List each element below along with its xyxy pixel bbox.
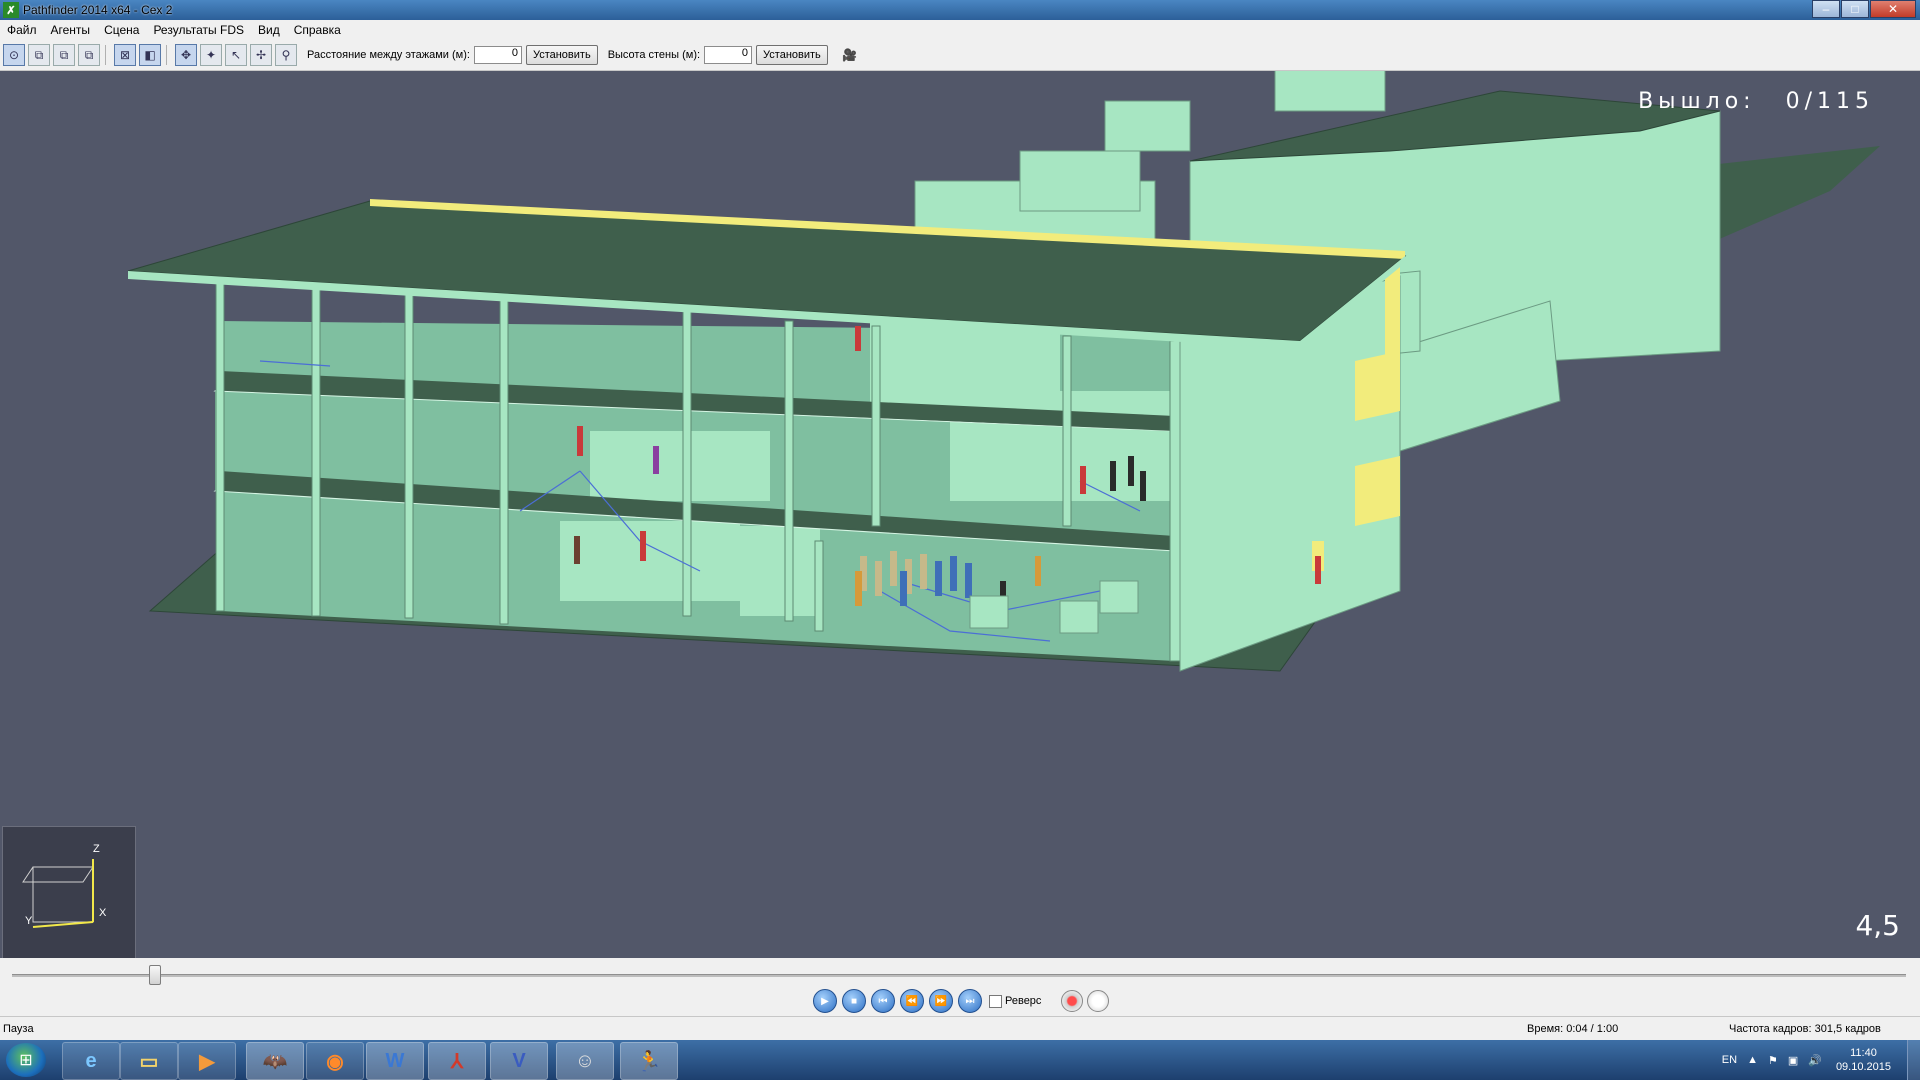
axis-icon [22,859,94,928]
exited-value: 0/115 [1785,89,1874,114]
skip-to-start-icon[interactable]: ⏮ [871,989,895,1013]
skip-to-end-icon[interactable]: ⏭ [958,989,982,1013]
volume-icon[interactable]: 🔊 [1808,1054,1822,1067]
reverse-label: Реверс [1005,995,1042,1007]
interior-wall [740,526,820,616]
pointer-icon[interactable]: ↖ [225,44,247,66]
status-fps: Частота кадров: 301,5 кадров [1729,1023,1881,1035]
pathfinder-taskbar-icon[interactable]: 🏃 [620,1042,678,1080]
clock-time: 11:40 [1850,1047,1877,1059]
word-icon[interactable]: W [366,1042,424,1080]
firefox-icon[interactable]: ◉ [306,1042,364,1080]
clock-date: 09.10.2015 [1835,1061,1891,1073]
crate [1059,600,1099,634]
action-center-icon[interactable]: ⚑ [1768,1054,1778,1067]
stop-icon[interactable]: ■ [842,989,866,1013]
system-tray: EN ▲ ⚑ ▣ 🔊 11:40 09.10.2015 [1712,1040,1920,1080]
menu-bar: Файл Агенты Сцена Результаты FDS Вид Спр… [0,20,1920,40]
record-icon[interactable] [1061,990,1084,1012]
3d-viewport[interactable]: Вышло: 0/115 4,5 Z X Y [0,71,1920,958]
status-state: Пауза [3,1023,34,1035]
taskbar: ⊞ e ▭ ▶ 🦇 ◉ W ⅄ V ☺ 🏃 EN ▲ ⚑ ▣ 🔊 11:40 0… [0,1040,1920,1080]
pdf-reader-icon[interactable]: ⅄ [428,1042,486,1080]
crate [969,595,1009,629]
set-wall-height-button[interactable]: Установить [756,45,828,65]
minimize-button[interactable]: – [1812,0,1840,18]
playback-speed: 4,5 [1855,909,1900,942]
wall-height-input[interactable]: 0 [704,46,753,64]
menu-agents[interactable]: Агенты [44,23,98,37]
maximize-button[interactable]: □ [1841,0,1869,18]
exited-label: Вышло: [1638,89,1756,114]
media-player-icon[interactable]: ▶ [178,1042,236,1080]
building-model [127,71,1880,672]
reverse-checkbox[interactable] [989,994,1002,1008]
start-button[interactable]: ⊞ [6,1043,46,1077]
step-forward-icon[interactable]: ⏩ [929,989,953,1013]
toolbar-separator [105,45,106,65]
menu-view[interactable]: Вид [251,23,287,37]
internet-explorer-icon[interactable]: e [62,1042,120,1080]
interior-wall [560,521,740,601]
floor-spacing-input[interactable]: 0 [473,46,522,64]
yellow-exit [1355,456,1400,526]
visio-icon[interactable]: V [490,1042,548,1080]
menu-file[interactable]: Файл [0,23,44,37]
exited-counter: Вышло: 0/115 [1638,89,1874,114]
agent-tool-icon[interactable]: ✦ [200,44,222,66]
camera-icon[interactable]: 🎥 [840,45,860,65]
floor-spacing-label: Расстояние между этажами (м): [307,49,470,61]
playback-controls: ▶ ■ ⏮ ⏪ ⏩ ⏭ Реверс [813,988,1110,1014]
play-icon[interactable]: ▶ [813,989,837,1013]
app-character-icon[interactable]: ☺ [556,1042,614,1080]
menu-scene[interactable]: Сцена [97,23,146,37]
menu-help[interactable]: Справка [287,23,348,37]
tray-expand-icon[interactable]: ▲ [1747,1054,1758,1066]
axis-y-label: Y [25,915,33,927]
time-slider-thumb[interactable] [149,965,162,985]
show-desktop-button[interactable] [1907,1040,1920,1080]
status-time: Время: 0:04 / 1:00 [1527,1023,1619,1035]
pathfinder-app-icon: ✗ [3,2,19,18]
menu-fds-results[interactable]: Результаты FDS [146,23,251,37]
set-floor-spacing-button[interactable]: Установить [525,45,598,65]
roof-block [1274,71,1386,112]
interior-wall [590,431,770,501]
step-back-icon[interactable]: ⏪ [900,989,924,1013]
filter-icon[interactable]: ⊠ [114,44,136,66]
view-top-icon[interactable]: ⧉ [28,44,50,66]
layout-icon[interactable]: ◧ [139,44,161,66]
file-explorer-icon[interactable]: ▭ [120,1042,178,1080]
axis-gizmo: Z X Y [2,826,136,958]
toolbar-separator [166,45,167,65]
back-block [1019,150,1141,212]
select-tool-icon[interactable]: ⊙ [3,44,25,66]
crate [1099,580,1139,614]
axis-z-label: Z [93,843,100,855]
window-controls: – □ ✕ [1811,0,1916,18]
axis-x-label: X [99,907,107,919]
zoom-icon[interactable]: ⚲ [275,44,297,66]
time-slider[interactable] [12,974,1906,977]
language-indicator[interactable]: EN [1722,1054,1737,1066]
view-front-icon[interactable]: ⧉ [53,44,75,66]
record-settings-icon[interactable] [1087,990,1110,1012]
close-button[interactable]: ✕ [1870,0,1916,18]
yellow-exit [1355,351,1400,421]
roof-block [1104,100,1191,152]
wall-height-label: Высота стены (м): [607,49,701,61]
toolbar: ⊙ ⧉ ⧉ ⧉ ⊠ ◧ ✥ ✦ ↖ ✢ ⚲ Расстояние между э… [0,40,1920,71]
title-bar: ✗ Pathfinder 2014 x64 - Сex 2 – □ ✕ [0,0,1920,20]
batman-app-icon[interactable]: 🦇 [246,1042,304,1080]
network-icon[interactable]: ▣ [1788,1054,1798,1067]
orbit-icon[interactable]: ✥ [175,44,197,66]
yellow-exit [1385,266,1400,361]
view-side-icon[interactable]: ⧉ [78,44,100,66]
clock[interactable]: 11:40 09.10.2015 [1836,1046,1891,1074]
status-bar: Пауза Время: 0:04 / 1:00 Частота кадров:… [0,1016,1920,1041]
pan-icon[interactable]: ✢ [250,44,272,66]
window-title: Pathfinder 2014 x64 - Сex 2 [23,3,173,17]
